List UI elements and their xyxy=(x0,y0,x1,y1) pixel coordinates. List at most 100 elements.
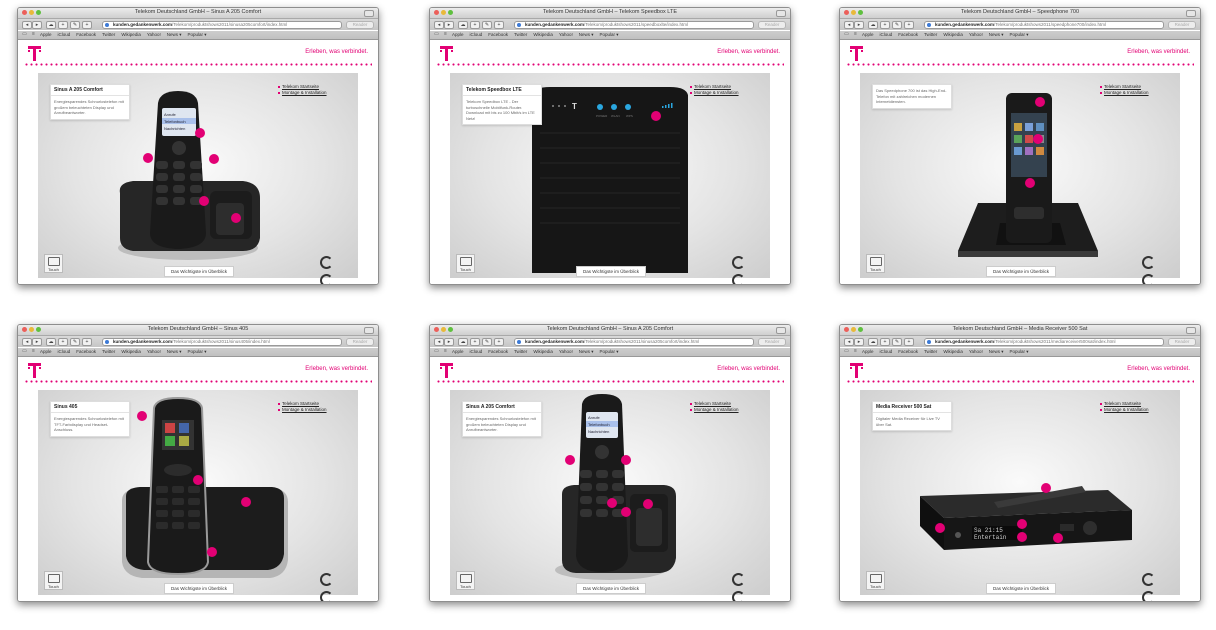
share-button[interactable]: + xyxy=(904,338,914,346)
telekom-logo-icon[interactable] xyxy=(28,363,41,378)
zoom-icon[interactable] xyxy=(858,327,863,332)
touch-button[interactable]: Touch xyxy=(866,254,885,273)
share-button[interactable]: + xyxy=(494,338,504,346)
reader-button[interactable]: Reader xyxy=(346,21,374,29)
bookmarks-icon[interactable]: ≡ xyxy=(852,349,859,354)
bookmark-popular[interactable]: Popular ▾ xyxy=(600,349,619,355)
bookmark-apple[interactable]: Apple xyxy=(862,349,874,355)
rotate-right-icon[interactable] xyxy=(1142,591,1155,601)
forward-button[interactable]: ▸ xyxy=(854,338,864,346)
overview-button[interactable]: Das Wichtigste im Überblick xyxy=(576,583,646,594)
bookmark-apple[interactable]: Apple xyxy=(452,32,464,38)
bookmark-facebook[interactable]: Facebook xyxy=(898,349,918,355)
bookmark-news[interactable]: News ▾ xyxy=(579,32,594,38)
title-bar[interactable]: Telekom Deutschland GmbH – Sinus 405 xyxy=(18,325,378,336)
bookmarks-icon[interactable]: ≡ xyxy=(442,349,449,354)
rotate-left-icon[interactable] xyxy=(320,573,333,586)
close-icon[interactable] xyxy=(22,327,27,332)
rotate-left-icon[interactable] xyxy=(732,573,745,586)
bookmarks-icon[interactable]: ≡ xyxy=(30,349,37,354)
bookmark-twitter[interactable]: Twitter xyxy=(102,32,115,38)
bookmark-wikipedia[interactable]: Wikipedia xyxy=(121,32,141,38)
rotate-left-icon[interactable] xyxy=(320,256,333,269)
rotate-left-icon[interactable] xyxy=(1142,573,1155,586)
icloud-icon[interactable]: ☁ xyxy=(458,21,468,29)
reading-list-icon[interactable]: ▭ xyxy=(433,349,440,354)
bookmarks-icon[interactable]: ≡ xyxy=(852,32,859,37)
back-button[interactable]: ◂ xyxy=(844,21,854,29)
installation-link[interactable]: Montage & Installation xyxy=(1100,90,1166,95)
title-bar[interactable]: Telekom Deutschland GmbH – Sinus A 205 C… xyxy=(18,8,378,19)
minimize-icon[interactable] xyxy=(29,10,34,15)
title-bar[interactable]: Telekom Deutschland GmbH – Media Receive… xyxy=(840,325,1200,336)
icloud-icon[interactable]: ☁ xyxy=(458,338,468,346)
telekom-logo-icon[interactable] xyxy=(850,363,863,378)
bookmark-wikipedia[interactable]: Wikipedia xyxy=(533,32,553,38)
bookmark-wikipedia[interactable]: Wikipedia xyxy=(121,349,141,355)
add-bookmark-button[interactable]: + xyxy=(880,338,890,346)
touch-button[interactable]: Touch xyxy=(44,254,63,273)
bookmark-news[interactable]: News ▾ xyxy=(167,32,182,38)
bookmark-twitter[interactable]: Twitter xyxy=(924,349,937,355)
bookmark-apple[interactable]: Apple xyxy=(862,32,874,38)
bookmark-popular[interactable]: Popular ▾ xyxy=(1010,32,1029,38)
overview-button[interactable]: Das Wichtigste im Überblick xyxy=(986,266,1056,277)
telekom-home-link[interactable]: Telekom Startseite xyxy=(1100,84,1166,89)
installation-link[interactable]: Montage & Installation xyxy=(1100,407,1166,412)
rotate-controls[interactable] xyxy=(320,573,348,601)
touch-button[interactable]: Touch xyxy=(866,571,885,590)
rotate-left-icon[interactable] xyxy=(1142,256,1155,269)
back-button[interactable]: ◂ xyxy=(22,338,32,346)
minimize-icon[interactable] xyxy=(851,327,856,332)
settings-icon[interactable]: ✎ xyxy=(70,21,80,29)
share-button[interactable]: + xyxy=(904,21,914,29)
toolbar-toggle-button[interactable] xyxy=(1186,327,1196,334)
rotate-right-icon[interactable] xyxy=(732,274,745,284)
overview-button[interactable]: Das Wichtigste im Überblick xyxy=(986,583,1056,594)
back-button[interactable]: ◂ xyxy=(844,338,854,346)
forward-button[interactable]: ▸ xyxy=(444,338,454,346)
close-icon[interactable] xyxy=(22,10,27,15)
bookmark-yahoo[interactable]: Yahoo! xyxy=(147,349,161,355)
reader-button[interactable]: Reader xyxy=(1168,21,1196,29)
bookmark-facebook[interactable]: Facebook xyxy=(76,349,96,355)
title-bar[interactable]: Telekom Deutschland GmbH – Telekom Speed… xyxy=(430,8,790,19)
bookmark-facebook[interactable]: Facebook xyxy=(898,32,918,38)
bookmark-icloud[interactable]: iCloud xyxy=(58,349,71,355)
telekom-logo-icon[interactable] xyxy=(850,46,863,61)
settings-icon[interactable]: ✎ xyxy=(892,338,902,346)
icloud-icon[interactable]: ☁ xyxy=(46,338,56,346)
zoom-icon[interactable] xyxy=(858,10,863,15)
bookmarks-icon[interactable]: ≡ xyxy=(442,32,449,37)
bookmark-twitter[interactable]: Twitter xyxy=(514,349,527,355)
add-bookmark-button[interactable]: + xyxy=(880,21,890,29)
installation-link[interactable]: Montage & Installation xyxy=(278,90,344,95)
minimize-icon[interactable] xyxy=(441,10,446,15)
bookmark-popular[interactable]: Popular ▾ xyxy=(1010,349,1029,355)
zoom-icon[interactable] xyxy=(448,10,453,15)
rotate-right-icon[interactable] xyxy=(1142,274,1155,284)
icloud-icon[interactable]: ☁ xyxy=(868,21,878,29)
installation-link[interactable]: Montage & Installation xyxy=(278,407,344,412)
close-icon[interactable] xyxy=(844,10,849,15)
forward-button[interactable]: ▸ xyxy=(444,21,454,29)
address-field[interactable]: kunden.gedankenwerk.com/Telekom/produkts… xyxy=(924,338,1164,346)
touch-button[interactable]: Touch xyxy=(456,571,475,590)
icloud-icon[interactable]: ☁ xyxy=(868,338,878,346)
bookmark-icloud[interactable]: iCloud xyxy=(58,32,71,38)
bookmark-icloud[interactable]: iCloud xyxy=(880,349,893,355)
add-bookmark-button[interactable]: + xyxy=(58,21,68,29)
address-field[interactable]: kunden.gedankenwerk.com/Telekom/produkts… xyxy=(924,21,1164,29)
address-field[interactable]: kunden.gedankenwerk.com/Telekom/produkts… xyxy=(514,21,754,29)
back-button[interactable]: ◂ xyxy=(434,21,444,29)
telekom-home-link[interactable]: Telekom Startseite xyxy=(278,401,344,406)
settings-icon[interactable]: ✎ xyxy=(482,21,492,29)
minimize-icon[interactable] xyxy=(441,327,446,332)
bookmark-twitter[interactable]: Twitter xyxy=(924,32,937,38)
zoom-icon[interactable] xyxy=(36,10,41,15)
rotate-controls[interactable] xyxy=(1142,256,1170,284)
telekom-logo-icon[interactable] xyxy=(440,46,453,61)
reader-button[interactable]: Reader xyxy=(1168,338,1196,346)
reading-list-icon[interactable]: ▭ xyxy=(843,349,850,354)
reader-button[interactable]: Reader xyxy=(346,338,374,346)
